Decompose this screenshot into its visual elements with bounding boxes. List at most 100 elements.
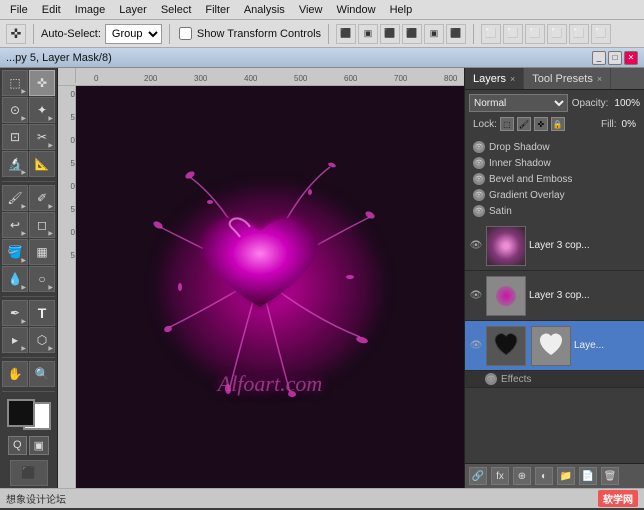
gradient-tool[interactable]: ▦ — [29, 239, 55, 265]
layer-eye-0[interactable]: 👁 — [469, 239, 483, 253]
lock-all[interactable]: 🔒 — [551, 117, 565, 131]
show-transform-checkbox[interactable] — [179, 27, 192, 40]
toolbar-sep-3 — [328, 24, 329, 44]
hand-tool[interactable]: ✋ — [2, 361, 28, 387]
fill-tool[interactable]: 🪣▶ — [2, 239, 28, 265]
dist-center-btn[interactable]: ⬜ — [503, 24, 523, 44]
layer-item-1[interactable]: 👁 Layer 3 cop... — [465, 271, 644, 321]
lock-paint[interactable]: 🖌 — [517, 117, 531, 131]
stamp-tool[interactable]: ✐▶ — [29, 185, 55, 211]
canvas-image[interactable]: Alfoart.com — [76, 86, 464, 488]
dist-bot-btn[interactable]: ⬜ — [591, 24, 611, 44]
layer-name-1: Layer 3 cop... — [529, 290, 640, 301]
effect-eye-2[interactable]: 👁 — [473, 157, 485, 169]
menu-view[interactable]: View — [293, 2, 329, 18]
blend-mode-select[interactable]: Normal Multiply Screen Overlay — [469, 94, 568, 112]
lock-move[interactable]: ✜ — [534, 117, 548, 131]
standard-mode-btn[interactable]: Q — [8, 436, 27, 455]
effect-eye-3[interactable]: 👁 — [473, 173, 485, 185]
add-adjustment-btn[interactable]: ◐ — [535, 467, 553, 485]
effect-eye-1[interactable]: 👁 — [473, 141, 485, 153]
link-layers-btn[interactable]: 🔗 — [469, 467, 487, 485]
effect-drop-shadow[interactable]: 👁 Drop Shadow — [469, 139, 640, 155]
dist-right-btn[interactable]: ⬜ — [525, 24, 545, 44]
add-style-btn[interactable]: fx — [491, 467, 509, 485]
new-group-btn[interactable]: 📁 — [557, 467, 575, 485]
effect-inner-shadow[interactable]: 👁 Inner Shadow — [469, 155, 640, 171]
menu-analysis[interactable]: Analysis — [238, 2, 291, 18]
effect-bevel-emboss[interactable]: 👁 Bevel and Emboss — [469, 171, 640, 187]
rl-0: 0 — [71, 90, 75, 99]
shape-tool[interactable]: ⬡▶ — [29, 327, 55, 353]
new-layer-btn[interactable]: 📄 — [579, 467, 597, 485]
dodge-tool[interactable]: ○▶ — [29, 266, 55, 292]
quickmask-mode-btn[interactable]: ▣ — [29, 436, 49, 455]
layer-item-0[interactable]: 👁 Layer 3 cop... — [465, 221, 644, 271]
menu-file[interactable]: File — [4, 2, 34, 18]
auto-select-dropdown[interactable]: Group Layer — [105, 24, 162, 44]
layer-eye-2[interactable]: 👁 — [469, 339, 483, 353]
delete-layer-btn[interactable]: 🗑 — [601, 467, 619, 485]
distribute-buttons: ⬜ ⬜ ⬜ ⬜ ⬜ ⬜ — [481, 24, 611, 44]
menu-help[interactable]: Help — [384, 2, 419, 18]
move-tool-btn[interactable]: ✜ — [6, 24, 26, 44]
add-mask-btn[interactable]: ⊕ — [513, 467, 531, 485]
minimize-btn[interactable]: _ — [592, 51, 606, 65]
lasso-tool[interactable]: ⊙▶ — [2, 97, 28, 123]
type-tool[interactable]: T — [29, 300, 55, 326]
foreground-color[interactable] — [7, 399, 35, 427]
blur-tool[interactable]: 💧▶ — [2, 266, 28, 292]
show-transform-label[interactable]: Show Transform Controls — [177, 27, 321, 40]
dist-mid-btn[interactable]: ⬜ — [569, 24, 589, 44]
measure-tool[interactable]: 📐 — [29, 151, 55, 177]
selection-tool[interactable]: ⬚▶ — [2, 70, 28, 96]
align-center-h-btn[interactable]: ▣ — [358, 24, 378, 44]
effects-label: Effects — [501, 374, 531, 385]
tab-layers[interactable]: Layers × — [465, 68, 524, 89]
tab-presets-close[interactable]: × — [597, 74, 602, 84]
effect-satin[interactable]: 👁 Satin — [469, 203, 640, 219]
path-select-tool[interactable]: ▸▶ — [2, 327, 28, 353]
dist-top-btn[interactable]: ⬜ — [547, 24, 567, 44]
menu-edit[interactable]: Edit — [36, 2, 67, 18]
move-tool[interactable]: ✜ — [29, 70, 55, 96]
layer-item-2[interactable]: 👁 Laye... — [465, 321, 644, 371]
menu-image[interactable]: Image — [69, 2, 112, 18]
toolbar-sep-4 — [473, 24, 474, 44]
slice-tool[interactable]: ✂▶ — [29, 124, 55, 150]
effect-gradient-overlay[interactable]: 👁 Gradient Overlay — [469, 187, 640, 203]
screen-mode-btn[interactable]: ⬛ — [10, 460, 48, 486]
tab-tool-presets[interactable]: Tool Presets × — [524, 68, 611, 89]
menu-filter[interactable]: Filter — [199, 2, 235, 18]
effects-eye[interactable]: 👁 — [485, 373, 497, 385]
close-btn[interactable]: ✕ — [624, 51, 638, 65]
effects-visibility[interactable]: 👁 Effects — [485, 373, 640, 385]
menu-layer[interactable]: Layer — [113, 2, 153, 18]
lock-transparency[interactable]: ⬚ — [500, 117, 514, 131]
align-top-btn[interactable]: ⬛ — [402, 24, 422, 44]
eyedropper-tool[interactable]: 🔬▶ — [2, 151, 28, 177]
crop-tool[interactable]: ⊡ — [2, 124, 28, 150]
pen-tool[interactable]: ✒▶ — [2, 300, 28, 326]
dist-left-btn[interactable]: ⬜ — [481, 24, 501, 44]
layers-bottom: 🔗 fx ⊕ ◐ 📁 📄 🗑 — [465, 463, 644, 488]
menu-window[interactable]: Window — [330, 2, 381, 18]
maximize-btn[interactable]: □ — [608, 51, 622, 65]
align-middle-v-btn[interactable]: ▣ — [424, 24, 444, 44]
menu-select[interactable]: Select — [155, 2, 198, 18]
ruler-mark-0: 0 — [94, 74, 144, 83]
zoom-tool[interactable]: 🔍 — [29, 361, 55, 387]
effect-eye-4[interactable]: 👁 — [473, 189, 485, 201]
tab-layers-close[interactable]: × — [510, 74, 515, 84]
history-brush[interactable]: ↩▶ — [2, 212, 28, 238]
align-right-btn[interactable]: ⬛ — [380, 24, 400, 44]
layer-eye-1[interactable]: 👁 — [469, 289, 483, 303]
align-left-btn[interactable]: ⬛ — [336, 24, 356, 44]
logo-badge: 软学网 — [598, 490, 638, 507]
eraser-tool[interactable]: ◻▶ — [29, 212, 55, 238]
align-bottom-btn[interactable]: ⬛ — [446, 24, 466, 44]
brush-tool[interactable]: 🖌▶ — [2, 185, 28, 211]
effects-subitem: 👁 Effects — [465, 371, 644, 388]
effect-eye-5[interactable]: 👁 — [473, 205, 485, 217]
quick-select-tool[interactable]: ✦▶ — [29, 97, 55, 123]
